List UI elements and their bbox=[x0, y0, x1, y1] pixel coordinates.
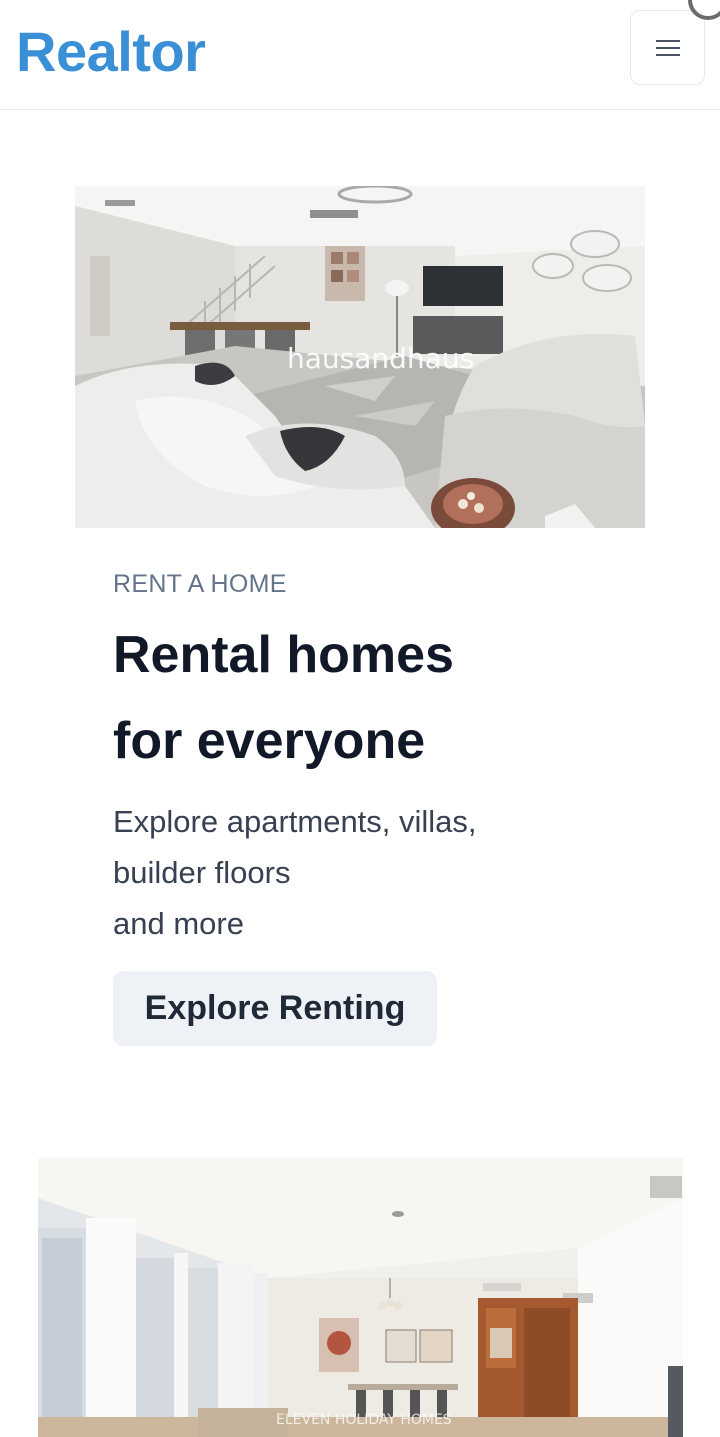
hero-description-line-2: builder floors bbox=[113, 855, 291, 890]
hero-description-line-3: and more bbox=[113, 906, 244, 941]
second-card-image-apartment: ELEVEN HOLIDAY HOMES bbox=[38, 1158, 683, 1437]
hero-image-living-room: hausandhaus bbox=[75, 186, 645, 528]
brand-logo[interactable]: Realtor bbox=[16, 18, 206, 80]
page-title-line-2: for everyone bbox=[113, 712, 426, 770]
hero-image-watermark: hausandhaus bbox=[287, 342, 474, 375]
hamburger-menu-icon bbox=[655, 37, 681, 59]
hero-description: Explore apartments, villas, builder floo… bbox=[113, 796, 593, 949]
top-header: Realtor bbox=[0, 0, 720, 110]
page-title-line-1: Rental homes bbox=[113, 626, 454, 684]
section-eyebrow: RENT A HOME bbox=[113, 570, 287, 598]
page-title: Rental homes for everyone bbox=[113, 612, 613, 784]
menu-button[interactable] bbox=[630, 10, 705, 85]
hero-description-line-1: Explore apartments, villas, bbox=[113, 804, 477, 839]
second-image-watermark: ELEVEN HOLIDAY HOMES bbox=[276, 1412, 452, 1428]
explore-renting-button[interactable]: Explore Renting bbox=[113, 971, 437, 1046]
